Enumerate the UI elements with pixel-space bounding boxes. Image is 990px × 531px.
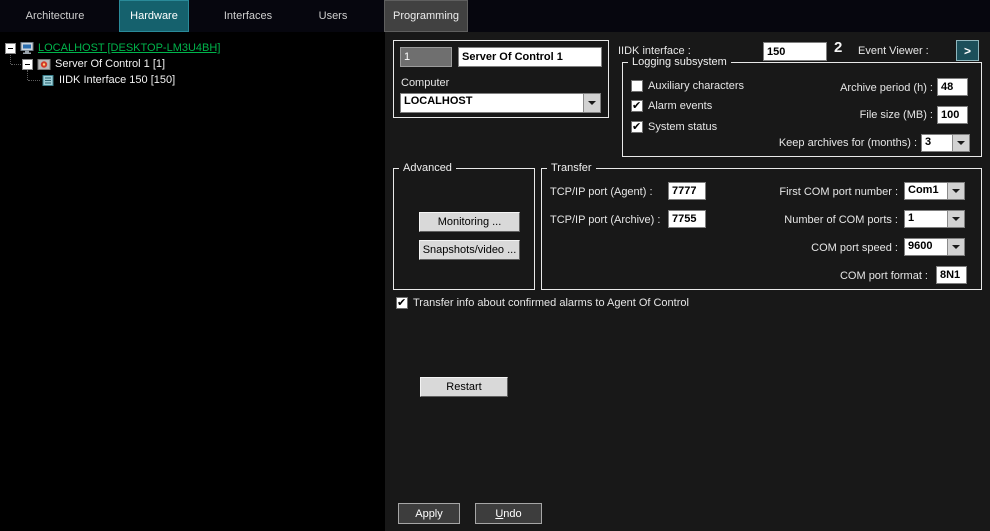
- chevron-down-icon[interactable]: [583, 94, 600, 112]
- monitoring-button[interactable]: Monitoring ...: [419, 212, 520, 232]
- event-viewer-button[interactable]: >: [956, 40, 979, 61]
- chevron-down-icon[interactable]: [952, 135, 969, 151]
- device-tree-panel: LOCALHOST [DESKTOP-LM3U4BH] Server Of Co…: [0, 32, 385, 531]
- alarm-events-row: Alarm events: [631, 99, 712, 113]
- tree-connector: [28, 80, 40, 81]
- file-size-label: File size (MB) :: [723, 109, 933, 121]
- system-status-checkbox[interactable]: [631, 121, 643, 133]
- first-com-port-value: Com1: [905, 183, 947, 199]
- chevron-down-icon[interactable]: [947, 239, 964, 255]
- logging-subsystem-title: Logging subsystem: [628, 56, 731, 68]
- number-com-ports-label: Number of COM ports :: [712, 214, 898, 226]
- tcp-archive-port-label: TCP/IP port (Archive) :: [550, 214, 660, 226]
- alarm-events-label[interactable]: Alarm events: [648, 100, 712, 112]
- tree-item-label: IIDK Interface 150 [150]: [59, 74, 175, 86]
- com-port-speed-dropdown[interactable]: 9600: [904, 238, 965, 256]
- first-com-port-dropdown[interactable]: Com1: [904, 182, 965, 200]
- tab-bar: Architecture Hardware Interfaces Users P…: [0, 0, 990, 32]
- tree-item-localhost[interactable]: LOCALHOST [DESKTOP-LM3U4BH]: [5, 40, 220, 56]
- server-icon: [37, 58, 51, 71]
- number-com-ports-value: 1: [905, 211, 947, 227]
- tree-connector: [11, 64, 21, 65]
- tab-interfaces[interactable]: Interfaces: [211, 0, 285, 32]
- archive-period-label: Archive period (h) :: [723, 82, 933, 94]
- iidk-interface-field[interactable]: [763, 42, 827, 61]
- com-port-speed-value: 9600: [905, 239, 947, 255]
- keep-archives-dropdown[interactable]: 3: [921, 134, 970, 152]
- advanced-title: Advanced: [399, 162, 456, 174]
- annotation-2: 2: [834, 39, 842, 56]
- computer-dropdown-value: LOCALHOST: [401, 94, 583, 112]
- identity-group: Computer LOCALHOST: [393, 40, 609, 118]
- keep-archives-label: Keep archives for (months) :: [663, 137, 917, 149]
- chevron-down-icon[interactable]: [947, 183, 964, 199]
- file-size-field[interactable]: [937, 106, 968, 124]
- tree-item-label: LOCALHOST [DESKTOP-LM3U4BH]: [38, 42, 220, 54]
- tab-users[interactable]: Users: [306, 0, 360, 32]
- undo-mnemonic: U: [495, 508, 503, 520]
- computer-dropdown[interactable]: LOCALHOST: [400, 93, 601, 113]
- restart-button[interactable]: Restart: [420, 377, 508, 397]
- transfer-confirmed-alarms-checkbox[interactable]: [396, 297, 408, 309]
- transfer-confirmed-alarms-row: Transfer info about confirmed alarms to …: [396, 296, 689, 310]
- system-status-label[interactable]: System status: [648, 121, 717, 133]
- tcp-agent-port-field[interactable]: [668, 182, 706, 200]
- collapse-icon[interactable]: [22, 59, 33, 70]
- object-id-field[interactable]: [400, 47, 452, 67]
- keep-archives-dropdown-value: 3: [922, 135, 952, 151]
- tree-item-label: Server Of Control 1 [1]: [55, 58, 165, 70]
- undo-button[interactable]: Undo: [475, 503, 542, 524]
- com-port-format-field[interactable]: [936, 266, 967, 284]
- alarm-events-checkbox[interactable]: [631, 100, 643, 112]
- com-port-speed-label: COM port speed :: [712, 242, 898, 254]
- apply-button[interactable]: Apply: [398, 503, 460, 524]
- tab-programming[interactable]: Programming: [384, 0, 468, 32]
- logging-subsystem-group: Logging subsystem Auxiliary characters A…: [622, 62, 982, 157]
- advanced-group: Advanced Monitoring ... Snapshots/video …: [393, 168, 535, 290]
- archive-period-field[interactable]: [937, 78, 968, 96]
- computer-label: Computer: [401, 77, 449, 89]
- computer-icon: [20, 42, 34, 55]
- tree-item-iidk-interface[interactable]: IIDK Interface 150 [150]: [41, 72, 175, 88]
- transfer-confirmed-alarms-label[interactable]: Transfer info about confirmed alarms to …: [413, 297, 689, 309]
- collapse-icon[interactable]: [5, 43, 16, 54]
- tab-architecture[interactable]: Architecture: [16, 0, 94, 32]
- first-com-port-label: First COM port number :: [712, 186, 898, 198]
- tab-hardware[interactable]: Hardware: [119, 0, 189, 32]
- tree-item-server-of-control[interactable]: Server Of Control 1 [1]: [22, 56, 165, 72]
- iidk-interface-icon: [41, 74, 55, 87]
- system-status-row: System status: [631, 120, 717, 134]
- com-port-format-label: COM port format :: [712, 270, 928, 282]
- transfer-title: Transfer: [547, 162, 596, 174]
- undo-rest: ndo: [503, 508, 521, 520]
- chevron-down-icon[interactable]: [947, 211, 964, 227]
- auxiliary-characters-checkbox[interactable]: [631, 80, 643, 92]
- tcp-archive-port-field[interactable]: [668, 210, 706, 228]
- snapshots-video-button[interactable]: Snapshots/video ...: [419, 240, 520, 260]
- transfer-group: Transfer TCP/IP port (Agent) : TCP/IP po…: [541, 168, 982, 290]
- settings-panel: Computer LOCALHOST IIDK interface : 2 Ev…: [385, 32, 990, 531]
- event-viewer-label: Event Viewer :: [858, 45, 929, 57]
- number-com-ports-dropdown[interactable]: 1: [904, 210, 965, 228]
- tcp-agent-port-label: TCP/IP port (Agent) :: [550, 186, 653, 198]
- object-name-field[interactable]: [458, 47, 602, 67]
